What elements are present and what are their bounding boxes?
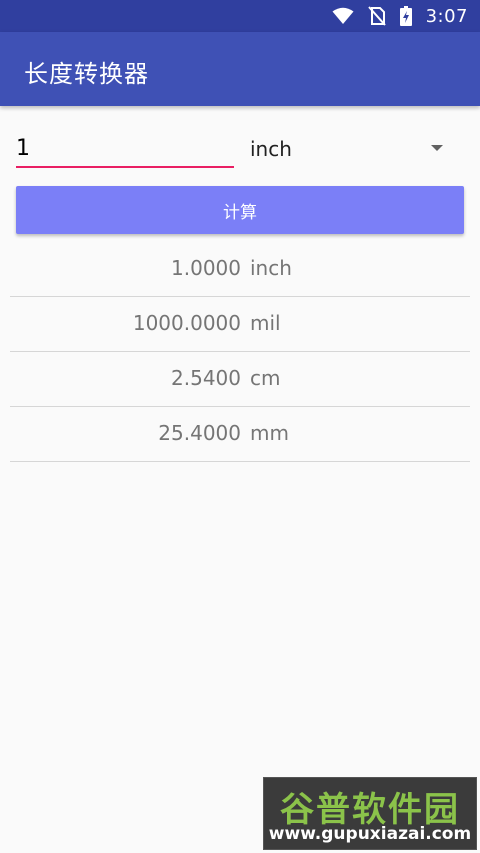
- app-bar: 长度转换器: [0, 32, 480, 106]
- watermark-logo: 谷普软件园 www.gupuxiazai.com: [263, 777, 477, 850]
- status-time: 3:07: [425, 5, 468, 27]
- result-unit: inch: [250, 256, 292, 280]
- status-icons: 3:07: [332, 0, 468, 32]
- result-row: 25.4000 mm: [10, 407, 470, 462]
- unit-select[interactable]: inch: [250, 130, 455, 168]
- unit-select-value: inch: [250, 137, 292, 161]
- result-unit: cm: [250, 366, 281, 390]
- value-input[interactable]: [16, 130, 234, 166]
- calculate-button[interactable]: 计算: [16, 186, 464, 234]
- result-value: 25.4000: [158, 421, 241, 445]
- result-unit: mil: [250, 311, 281, 335]
- result-value: 1.0000: [171, 256, 241, 280]
- no-sim-icon: [367, 6, 386, 26]
- result-value: 1000.0000: [132, 311, 241, 335]
- dropdown-arrow-icon[interactable]: [431, 145, 443, 151]
- input-underline: [16, 166, 234, 168]
- result-row: 1000.0000 mil: [10, 297, 470, 352]
- result-unit: mm: [250, 421, 289, 445]
- result-value: 2.5400: [171, 366, 241, 390]
- battery-charging-icon: [399, 6, 412, 26]
- result-row: 1.0000 inch: [10, 242, 470, 297]
- results-list: 1.0000 inch 1000.0000 mil 2.5400 cm 25.4…: [10, 242, 470, 462]
- page-title: 长度转换器: [24, 60, 149, 88]
- watermark-url: www.gupuxiazai.com: [268, 824, 472, 844]
- value-input-container: [16, 130, 234, 168]
- status-bar: 3:07: [0, 0, 480, 32]
- result-row: 2.5400 cm: [10, 352, 470, 407]
- wifi-icon: [332, 7, 354, 25]
